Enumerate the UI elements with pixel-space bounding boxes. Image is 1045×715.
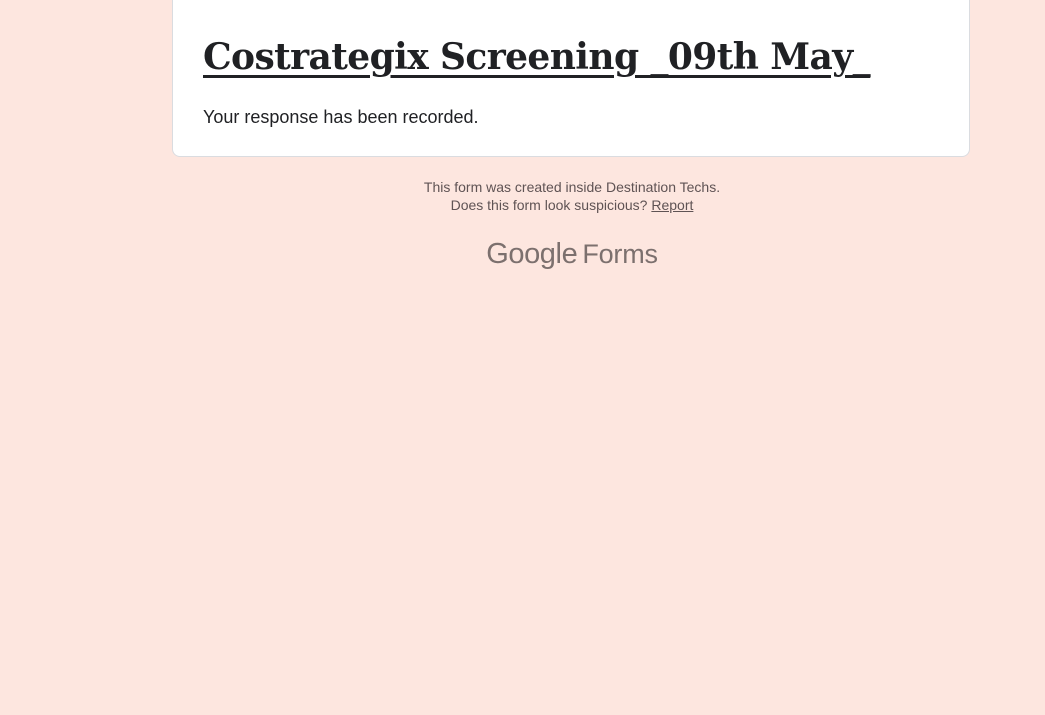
- created-inside-notice: This form was created inside Destination…: [423, 179, 721, 195]
- report-link[interactable]: Report: [651, 197, 693, 213]
- suspicious-notice: Does this form look suspicious? Report: [172, 196, 972, 214]
- response-card: Costrategix Screening _09th May_ Your re…: [172, 0, 970, 157]
- google-wordmark: Google: [486, 238, 578, 270]
- form-title: Costrategix Screening _09th May_: [203, 36, 871, 78]
- confirmation-message: Your response has been recorded.: [203, 107, 479, 127]
- forms-wordmark: Forms: [582, 239, 658, 269]
- google-forms-logo[interactable]: Google Forms: [172, 238, 972, 271]
- form-footer: This form was created inside Destination…: [172, 178, 972, 214]
- suspicious-question: Does this form look suspicious?: [450, 197, 648, 213]
